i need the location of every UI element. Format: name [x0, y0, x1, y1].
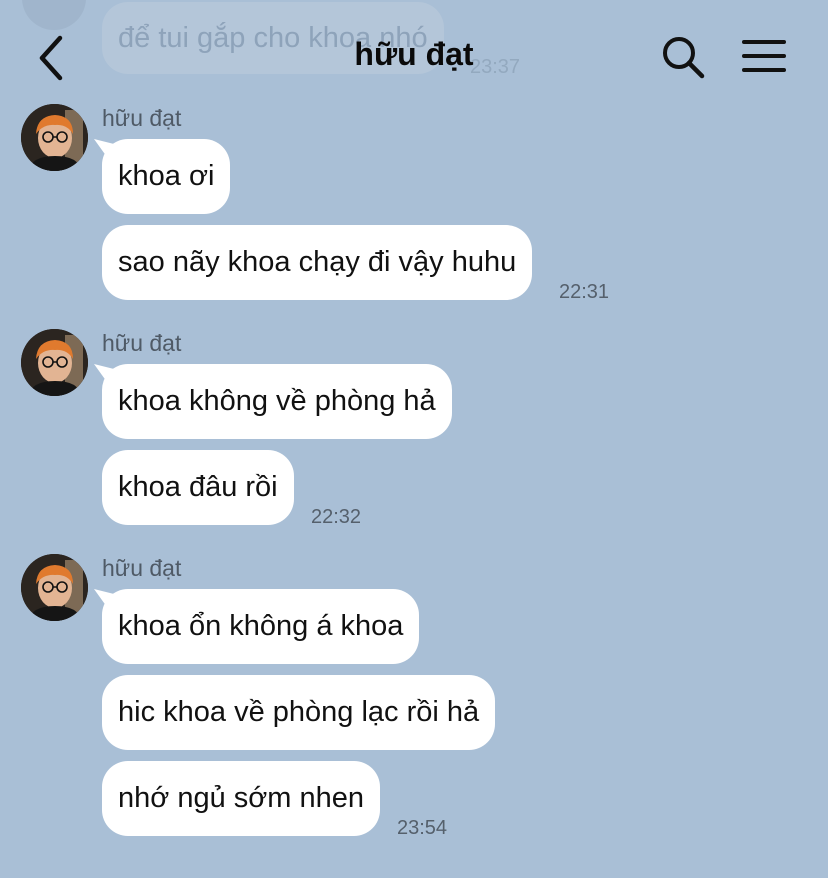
sender-name: hữu đạt	[102, 555, 182, 581]
avatar[interactable]	[21, 329, 88, 396]
message-time: 22:31	[559, 281, 610, 303]
user-avatar-photo	[21, 554, 88, 621]
hamburger-menu-icon	[742, 40, 786, 72]
message-time: 22:32	[311, 506, 362, 528]
user-avatar-photo	[21, 329, 88, 396]
search-button[interactable]	[660, 34, 706, 80]
message-bubble[interactable]: khoa không về phòng hả	[102, 364, 452, 439]
avatar[interactable]	[21, 554, 88, 621]
message-bubble[interactable]: khoa đâu rồi	[102, 450, 294, 525]
search-icon	[663, 37, 705, 79]
message-bubble[interactable]: khoa ổn không á khoa	[102, 589, 420, 664]
sender-name: hữu đạt	[102, 330, 182, 356]
sender-name: hữu đạt	[102, 105, 182, 131]
chat-header: hữu đạt	[0, 0, 828, 106]
message-bubble[interactable]: hic khoa về phòng lạc rồi hả	[102, 675, 496, 750]
menu-button[interactable]	[740, 36, 788, 78]
user-avatar-photo	[21, 104, 88, 171]
message-bubble[interactable]: nhớ ngủ sớm nhen	[102, 761, 381, 836]
message-bubble[interactable]: sao nãy khoa chạy đi vậy huhu	[102, 225, 533, 300]
message-bubble[interactable]: khoa ơi	[102, 139, 231, 214]
avatar[interactable]	[21, 104, 88, 171]
message-time: 23:54	[397, 817, 448, 839]
